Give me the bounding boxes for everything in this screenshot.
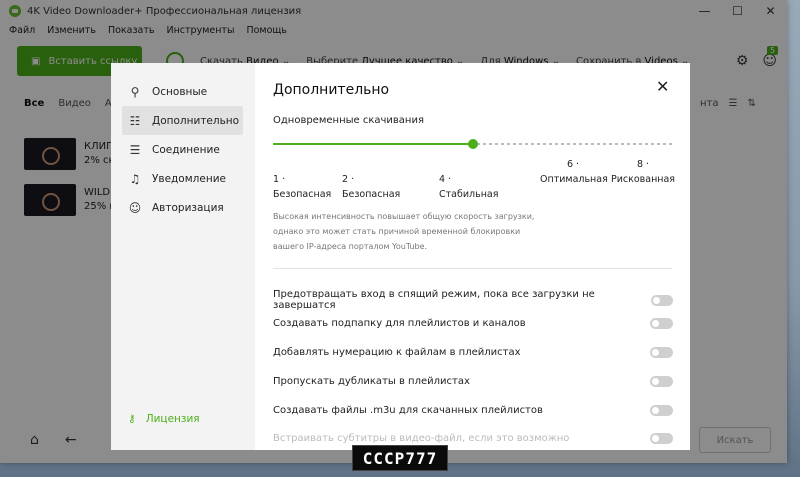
dialog-title: Дополнительно (273, 82, 390, 98)
nav-general[interactable]: ⚲ Основные (122, 77, 243, 106)
bell-icon: ♫ (129, 171, 141, 186)
option-embed-subtitles: Встраивать субтитры в видео-файл, если э… (273, 433, 673, 444)
close-icon[interactable]: ✕ (656, 77, 669, 96)
toggle-switch[interactable] (650, 405, 673, 416)
option-create-m3u: Создавать файлы .m3u для скачанных плейл… (273, 405, 673, 416)
slider-tick: 6 · Оптимальная (540, 159, 608, 185)
concurrent-downloads-label: Одновременные скачивания (273, 115, 424, 126)
intensity-note: Высокая интенсивность повышает общую ско… (273, 212, 535, 251)
toggle-switch[interactable] (650, 318, 673, 329)
slider-tick: 4 · Стабильная (439, 174, 499, 200)
user-icon: ☺ (128, 200, 142, 215)
wrench-icon: ⚲ (130, 84, 140, 99)
toggle-switch[interactable] (650, 294, 673, 306)
concurrent-downloads-slider[interactable] (273, 139, 673, 149)
key-icon: ⚷ (128, 413, 136, 425)
slider-tick: 2 · Безопасная (342, 174, 401, 200)
slider-tick: 8 · Рискованная (610, 159, 676, 185)
license-link[interactable]: ⚷ Лицензия (128, 413, 200, 425)
nav-notification[interactable]: ♫ Уведомление (122, 164, 243, 193)
sliders-icon: ☷ (129, 113, 141, 128)
toggle-switch[interactable] (650, 347, 673, 358)
app-window: 4K Video Downloader+ Профессиональная ли… (0, 0, 787, 463)
watermark-logo: CCCP777 (352, 445, 448, 471)
settings-sidebar: ⚲ Основные ☷ Дополнительно ☰ Соединение ♫ Ув… (111, 63, 255, 450)
nav-advanced[interactable]: ☷ Дополнительно (122, 106, 243, 135)
slider-tick: 1 · Безопасная (273, 174, 332, 200)
option-add-numbering: Добавлять нумерацию к файлам в плейлиста… (273, 347, 673, 358)
nav-authorization[interactable]: ☺ Авторизация (122, 193, 243, 222)
option-skip-duplicates: Пропускать дубликаты в плейлистах (273, 376, 673, 387)
divider (273, 268, 672, 269)
settings-content: Дополнительно ✕ Одновременные скачивания… (255, 63, 690, 450)
slider-handle[interactable] (468, 139, 478, 149)
settings-dialog: ⚲ Основные ☷ Дополнительно ☰ Соединение ♫ Ув… (111, 63, 690, 450)
server-icon: ☰ (129, 142, 141, 157)
slider-fill (273, 143, 473, 145)
toggle-switch[interactable] (650, 433, 673, 444)
toggle-switch[interactable] (650, 376, 673, 387)
option-prevent-sleep: Предотвращать вход в спящий режим, пока … (273, 289, 673, 311)
nav-connection[interactable]: ☰ Соединение (122, 135, 243, 164)
option-create-subfolder: Создавать подпапку для плейлистов и кана… (273, 318, 673, 329)
